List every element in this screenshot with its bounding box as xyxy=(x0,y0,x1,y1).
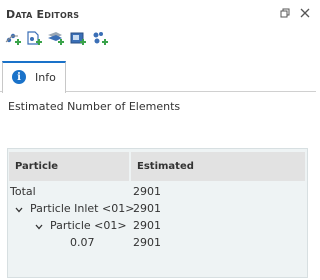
restore-window-icon[interactable] xyxy=(278,6,292,20)
table-row-label: Particle <01> xyxy=(50,219,127,232)
table-row-value: 2901 xyxy=(133,219,161,232)
panel-title: Data Editors xyxy=(6,8,80,21)
table-row-label: 0.07 xyxy=(70,236,95,249)
add-layer-icon[interactable] xyxy=(47,30,65,48)
chevron-down-icon[interactable] xyxy=(34,222,44,232)
table-row-label: Particle Inlet <01> xyxy=(30,202,135,215)
close-icon[interactable] xyxy=(298,6,312,20)
estimate-table: Particle Estimated Total 2901 Particle I… xyxy=(7,148,308,278)
table-row-value: 2901 xyxy=(133,202,161,215)
tab-info[interactable]: i Info xyxy=(2,61,66,93)
section-heading: Estimated Number of Elements xyxy=(8,100,181,113)
panel-titlebar: Data Editors xyxy=(0,0,316,28)
add-group-icon[interactable] xyxy=(91,30,109,48)
add-image-icon[interactable] xyxy=(69,30,87,48)
chevron-down-icon[interactable] xyxy=(14,205,24,215)
toolbar xyxy=(0,30,316,50)
table-row-label: Total xyxy=(10,185,36,198)
column-header-estimated[interactable]: Estimated xyxy=(131,152,305,181)
table-row-value: 2901 xyxy=(133,185,161,198)
tab-info-label: Info xyxy=(35,71,56,84)
table-row-value: 2901 xyxy=(133,236,161,249)
column-header-particle[interactable]: Particle xyxy=(9,152,129,181)
add-particle-icon[interactable] xyxy=(4,30,22,48)
tab-strip: i Info xyxy=(0,61,316,93)
add-document-icon[interactable] xyxy=(25,30,43,48)
info-icon: i xyxy=(12,70,26,84)
